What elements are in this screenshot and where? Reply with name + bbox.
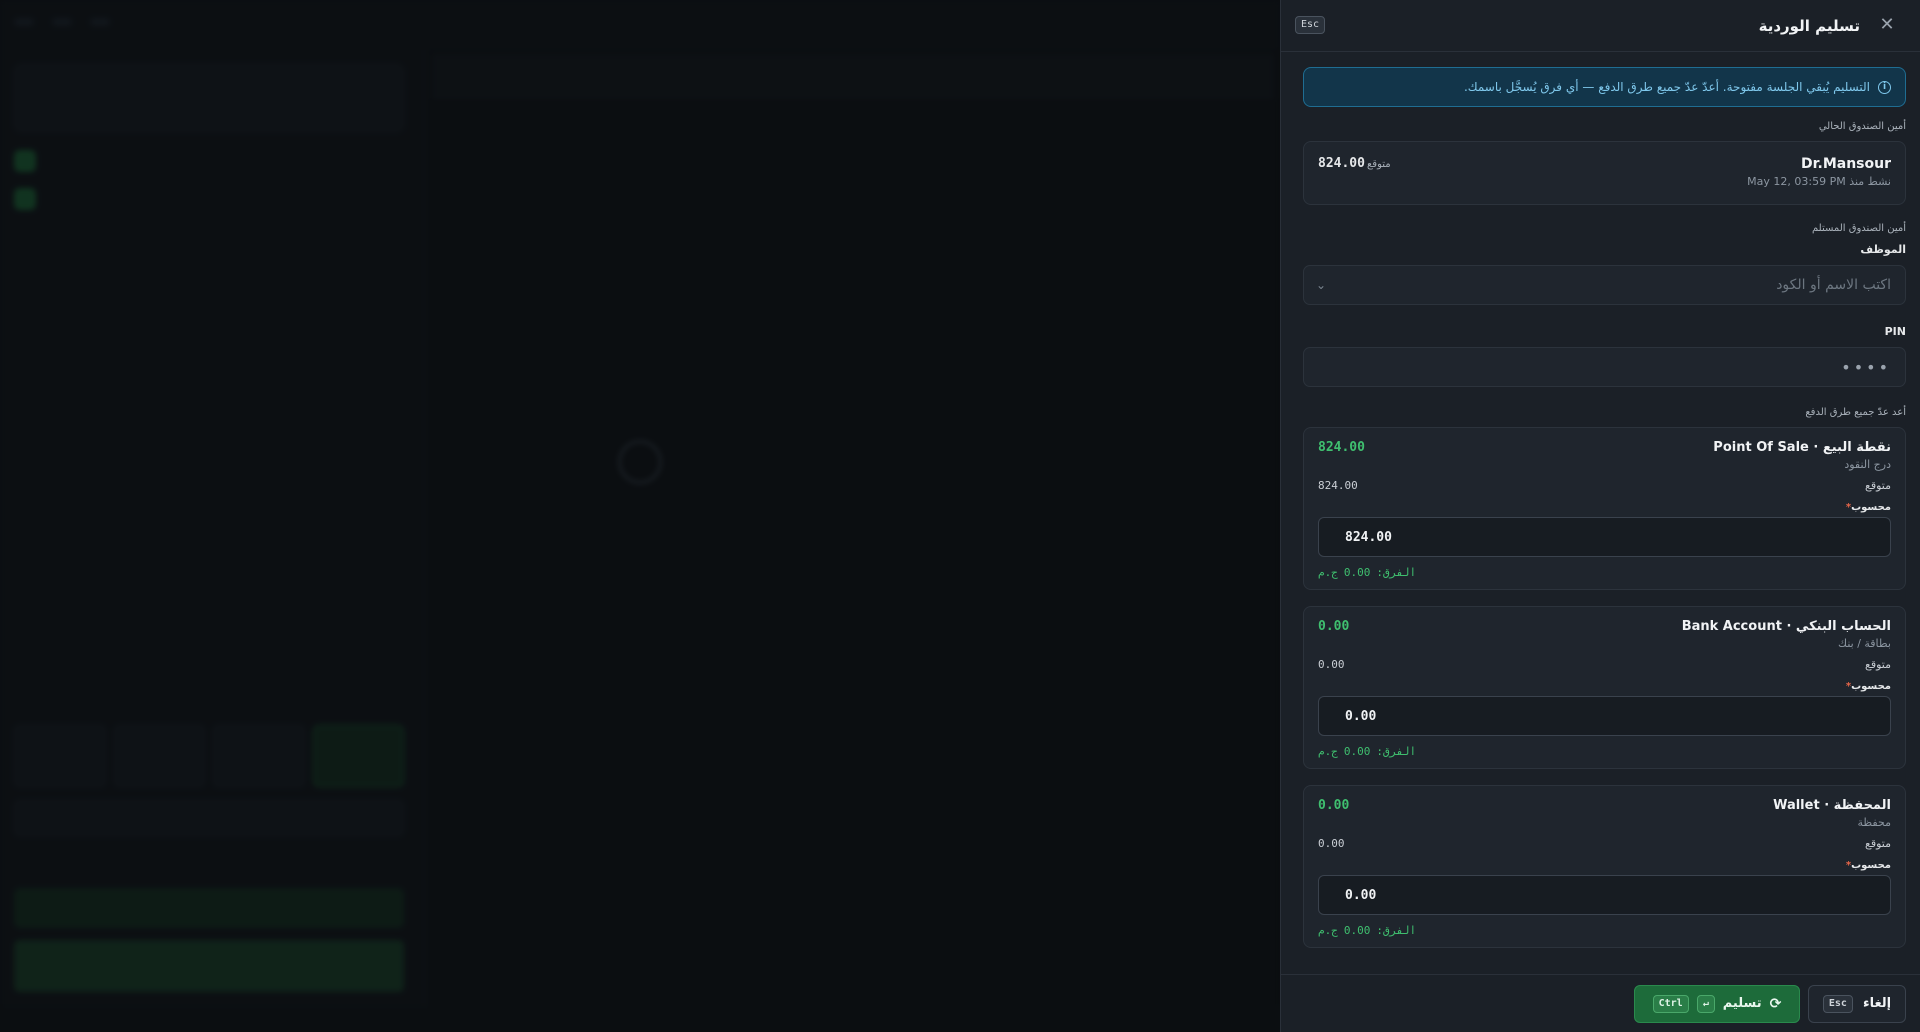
receiving-cashier-label: أمين الصندوق المستلم: [1812, 223, 1906, 234]
background-app: [0, 0, 1280, 1032]
background-left-panel: [0, 50, 418, 1010]
info-alert: i التسليم يُبقي الجلسة مفتوحة. أعدّ عدّ …: [1303, 67, 1906, 107]
method-sub: درج النقود: [1844, 458, 1891, 471]
counted-input[interactable]: 0.00: [1318, 696, 1891, 736]
method-amount: 824.00: [1318, 440, 1365, 455]
ctrl-key-hint: Ctrl: [1652, 994, 1689, 1013]
submit-handover-button[interactable]: ⟳ تسليم ↵ Ctrl: [1634, 984, 1800, 1023]
method-name: الحساب البنكي · Bank Account: [1681, 619, 1891, 634]
shift-handover-drawer: ✕ تسليم الوردية Esc i التسليم يُبقي الجل…: [1280, 0, 1920, 1032]
drawer-body: i التسليم يُبقي الجلسة مفتوحة. أعدّ عدّ …: [1281, 53, 1920, 974]
expected-value: 824.00: [1318, 479, 1358, 492]
expected-value: 0.00: [1318, 658, 1345, 671]
bg-row: [14, 186, 404, 212]
cashier-expected: متوقع 824.00: [1318, 156, 1391, 190]
employee-label: الموظف: [1860, 243, 1906, 256]
payment-method-card: المحفظة · Wallet محفظة 0.00 متوقع 0.00 م…: [1303, 785, 1906, 948]
cashier-name: Dr.Mansour: [1800, 156, 1891, 172]
diff-label: الفرق:: [1376, 745, 1417, 758]
cashier-since: نشط منذ May 12, 03:59 PM: [1747, 175, 1891, 188]
bg-pill: [14, 18, 34, 26]
submit-label: تسليم: [1722, 996, 1762, 1011]
expected-label: متوقع: [1864, 658, 1891, 671]
counted-label: محسوب: [1851, 860, 1891, 871]
diff-unit: ج.م: [1318, 924, 1338, 937]
bg-bar: [14, 800, 404, 836]
recount-label: أعد عدّ جميع طرق الدفع: [1805, 407, 1906, 418]
method-sub: بطاقة / بنك: [1838, 637, 1891, 650]
diff-label: الفرق:: [1376, 924, 1417, 937]
app-root: ✕ تسليم الوردية Esc i التسليم يُبقي الجل…: [0, 0, 1920, 1032]
method-amount: 0.00: [1318, 798, 1350, 813]
search-icon: [618, 440, 662, 484]
bg-footer: [0, 1006, 1280, 1032]
counted-label: محسوب: [1851, 681, 1891, 692]
bg-tiles: [14, 725, 404, 787]
bg-empty-state: [530, 440, 750, 498]
drawer-header: ✕ تسليم الوردية Esc: [1281, 0, 1920, 52]
cancel-label: إلغاء: [1862, 996, 1892, 1011]
expected-value: 824.00: [1318, 156, 1365, 171]
diff-value: 0.00: [1343, 566, 1371, 579]
drawer-footer: إلغاء Esc ⟳ تسليم ↵ Ctrl: [1281, 974, 1920, 1032]
background-topbar: [0, 0, 1280, 44]
method-name: نقطة البيع · Point Of Sale: [1713, 440, 1891, 455]
counted-input[interactable]: 0.00: [1318, 875, 1891, 915]
diff-unit: ج.م: [1318, 566, 1338, 579]
bg-pill: [52, 18, 72, 26]
expected-label: متوقع: [1864, 479, 1891, 492]
enter-key-hint: ↵: [1696, 994, 1715, 1013]
expected-label: متوقع: [1864, 837, 1891, 850]
method-sub: محفظة: [1857, 816, 1891, 829]
current-cashier-label: أمين الصندوق الحالي: [1818, 121, 1906, 132]
alert-text: التسليم يُبقي الجلسة مفتوحة. أعدّ عدّ جم…: [1463, 80, 1870, 94]
pin-input[interactable]: ••••: [1303, 347, 1906, 387]
bg-bar: [14, 940, 404, 992]
expected-value: 0.00: [1318, 837, 1345, 850]
bg-card: [14, 64, 404, 132]
esc-key-hint: Esc: [1822, 994, 1853, 1013]
current-cashier-card: Dr.Mansour نشط منذ May 12, 03:59 PM متوق…: [1303, 141, 1906, 205]
bg-pill: [90, 18, 110, 26]
difference: الفرق: 0.00 ج.م: [1318, 566, 1891, 579]
expected-label: متوقع: [1366, 159, 1391, 170]
difference: الفرق: 0.00 ج.م: [1318, 924, 1891, 937]
cancel-button[interactable]: إلغاء Esc: [1808, 984, 1906, 1023]
return-icon: ⟳: [1769, 995, 1782, 1012]
counted-label: محسوب: [1851, 502, 1891, 513]
pin-value: ••••: [1841, 357, 1891, 377]
esc-key-hint: Esc: [1295, 16, 1326, 34]
drawer-title: تسليم الوردية: [1758, 16, 1860, 35]
chevron-down-icon: ⌄: [1316, 278, 1327, 292]
counted-input[interactable]: 824.00: [1318, 517, 1891, 557]
bg-bar: [14, 888, 404, 928]
payment-method-card: نقطة البيع · Point Of Sale درج النقود 82…: [1303, 427, 1906, 590]
method-amount: 0.00: [1318, 619, 1350, 634]
employee-placeholder: اكتب الاسم أو الكود: [1776, 277, 1891, 293]
payment-method-card: الحساب البنكي · Bank Account بطاقة / بنك…: [1303, 606, 1906, 769]
diff-value: 0.00: [1343, 924, 1371, 937]
method-name: المحفظة · Wallet: [1773, 798, 1891, 813]
employee-select[interactable]: اكتب الاسم أو الكود ⌄: [1303, 265, 1906, 305]
difference: الفرق: 0.00 ج.م: [1318, 745, 1891, 758]
diff-unit: ج.م: [1318, 745, 1338, 758]
background-main: [425, 50, 1280, 1010]
diff-label: الفرق:: [1376, 566, 1417, 579]
diff-value: 0.00: [1343, 745, 1371, 758]
pin-label: PIN: [1884, 325, 1906, 338]
bg-main-head: [432, 54, 1274, 98]
close-icon[interactable]: ✕: [1876, 14, 1898, 36]
bg-row: [14, 148, 404, 174]
info-icon: i: [1878, 80, 1891, 94]
